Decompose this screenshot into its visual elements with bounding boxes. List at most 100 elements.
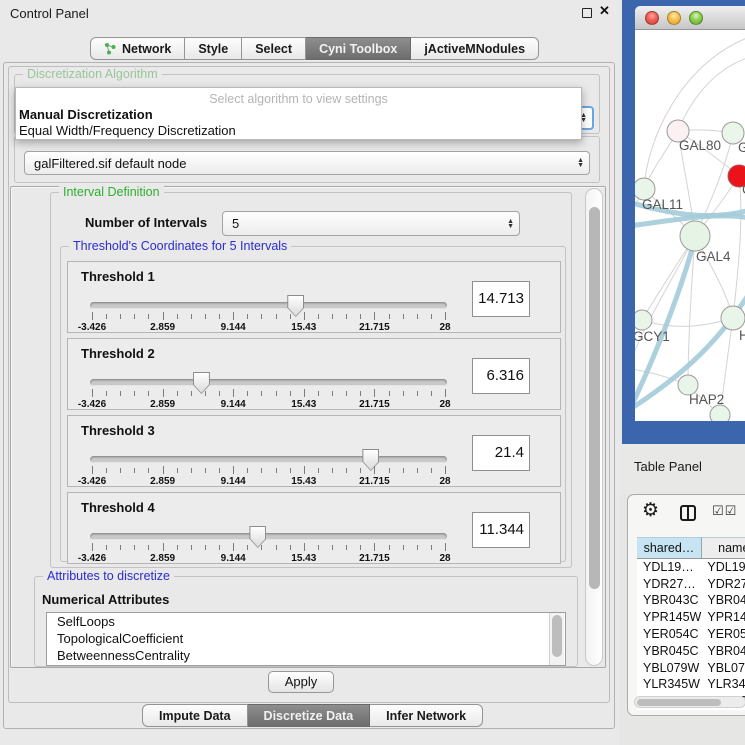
bottom-tab-bar: Impute Data Discretize Data Infer Networ: [142, 704, 483, 727]
table-row[interactable]: YDL19… YDL19…: [637, 559, 745, 576]
scale-label: 15.43: [291, 476, 316, 487]
cell-shared-name[interactable]: YLR345W: [637, 676, 701, 693]
tab[interactable]: Infer Network: [370, 704, 483, 727]
combo-stepper-icon[interactable]: ▲▼: [577, 158, 584, 168]
threshold-panel: Threshold 4 -3.4262.8599.14415.4321.7152…: [67, 492, 561, 564]
tab-label: Select: [255, 42, 292, 56]
numerical-attributes-label: Numerical Attributes: [42, 592, 169, 607]
gear-icon[interactable]: ⚙: [642, 499, 659, 521]
cell-name[interactable]: YBR043C: [701, 592, 745, 609]
float-window-icon[interactable]: [582, 8, 592, 18]
table-row[interactable]: YER054C YER054C: [637, 626, 745, 643]
cell-shared-name[interactable]: YBL079W: [637, 659, 701, 676]
cell-name[interactable]: YER054C: [701, 626, 745, 643]
network-edge[interactable]: [678, 58, 745, 131]
algorithm-menu-item[interactable]: Manual Discretization: [18, 107, 579, 123]
number-of-intervals-combobox[interactable]: 5 ▲▼: [222, 211, 520, 236]
network-node[interactable]: [721, 306, 745, 330]
cell-shared-name[interactable]: YPR145W: [637, 609, 701, 626]
cell-name[interactable]: YLR345W: [701, 676, 745, 693]
scale-label: 15.43: [291, 553, 316, 564]
checkbox-columns-icon[interactable]: ☑☑: [712, 504, 737, 519]
node-label: GA: [738, 140, 745, 155]
tab[interactable]: Discretize Data: [248, 704, 371, 727]
table-row[interactable]: YBR043C YBR043C: [637, 592, 745, 609]
scale-label: 15.43: [291, 399, 316, 410]
cell-name[interactable]: YBR045C: [701, 642, 745, 659]
algorithm-popup-items: Manual Discretization Equal Width/Freque…: [18, 107, 579, 139]
table-row[interactable]: YPR145W YPR145W: [637, 609, 745, 626]
tab[interactable]: Network: [90, 37, 185, 60]
horizontal-scrollbar-thumb[interactable]: [637, 699, 721, 706]
cell-name[interactable]: YBL079W: [701, 659, 745, 676]
network-canvas[interactable]: GAL80GACGAL11GAL4GCY1HHAP2: [635, 30, 745, 421]
node-label: GAL11: [642, 197, 683, 212]
vertical-scrollbar-thumb[interactable]: [589, 207, 600, 589]
tab-label: Impute Data: [159, 709, 231, 723]
table-panel-container: ⚙ ☑☑ shared… name YDL19… YDL19… YDR27… Y…: [627, 494, 745, 716]
network-node[interactable]: [710, 405, 730, 421]
attributes-scrollbar-thumb[interactable]: [552, 615, 562, 657]
threshold-value-field[interactable]: 21.4: [472, 435, 530, 471]
tab[interactable]: Style: [185, 37, 242, 60]
column-header-shared-name[interactable]: shared…: [637, 538, 701, 559]
cell-shared-name[interactable]: YDL19…: [637, 559, 701, 576]
network-edge[interactable]: [642, 318, 733, 326]
table-data-selected-value: galFiltered.sif default node: [34, 156, 186, 171]
threshold-value-field[interactable]: 14.713: [472, 281, 530, 317]
scale-label: 9.144: [221, 476, 246, 487]
table-data-combobox[interactable]: galFiltered.sif default node ▲▼: [24, 151, 590, 175]
cell-shared-name[interactable]: YBR043C: [637, 592, 701, 609]
attributes-scrollbar[interactable]: [549, 613, 564, 665]
node-label: H: [739, 328, 745, 343]
threshold-value-field[interactable]: 6.316: [472, 358, 530, 394]
network-node[interactable]: [635, 310, 652, 330]
tab[interactable]: jActiveMNodules: [411, 37, 539, 60]
column-split-icon[interactable]: [680, 505, 696, 521]
algorithm-menu-item[interactable]: Equal Width/Frequency Discretization: [18, 123, 579, 139]
cell-shared-name[interactable]: YER054C: [637, 626, 701, 643]
cell-name[interactable]: YDL19…: [701, 559, 745, 576]
scale-label: -3.426: [78, 553, 106, 564]
scale-label: 9.144: [221, 322, 246, 333]
cell-name[interactable]: YPR145W: [701, 609, 745, 626]
numerical-attribute-item[interactable]: TopologicalCoefficient: [47, 630, 565, 647]
network-edge[interactable]: [644, 38, 745, 189]
minimize-window-icon[interactable]: [667, 11, 681, 25]
threshold-panel: Threshold 3 -3.4262.8599.14415.4321.7152…: [67, 415, 561, 487]
horizontal-scrollbar[interactable]: [634, 696, 745, 708]
close-icon[interactable]: ✕: [599, 3, 610, 19]
cell-shared-name[interactable]: YDR27…: [637, 575, 701, 592]
scale-label: -3.426: [78, 322, 106, 333]
table-row[interactable]: YLR345W YLR345W: [637, 676, 745, 693]
vertical-scrollbar[interactable]: [585, 188, 603, 666]
scale-label: 21.715: [359, 476, 390, 487]
threshold-panel: Threshold 2 -3.4262.8599.14415.4321.7152…: [67, 338, 561, 410]
cell-name[interactable]: YDR27…: [701, 575, 745, 592]
threshold-value-field[interactable]: 11.344: [472, 512, 530, 548]
close-window-icon[interactable]: [645, 11, 659, 25]
scale-label: 2.859: [150, 322, 175, 333]
discretization-algorithm-group-title: Discretization Algorithm: [23, 67, 162, 81]
tab[interactable]: Impute Data: [142, 704, 248, 727]
combo-stepper-icon[interactable]: ▲▼: [507, 219, 514, 229]
table-row[interactable]: YDR27… YDR27…: [637, 575, 745, 592]
network-window-titlebar[interactable]: [635, 6, 745, 30]
table-row[interactable]: YBL079W YBL079W: [637, 659, 745, 676]
scale-label: 21.715: [359, 322, 390, 333]
column-header-name[interactable]: name: [701, 538, 745, 559]
zoom-window-icon[interactable]: [689, 11, 703, 25]
right-region: GAL80GACGAL11GAL4GCY1HHAP2 Table Panel ⚙…: [620, 0, 745, 745]
apply-button[interactable]: Apply: [268, 671, 334, 693]
tab[interactable]: Cyni Toolbox: [306, 37, 411, 60]
network-view-window[interactable]: GAL80GACGAL11GAL4GCY1HHAP2: [622, 0, 745, 444]
numerical-attribute-item[interactable]: BetweennessCentrality: [47, 647, 565, 664]
tab[interactable]: Select: [242, 37, 306, 60]
table-row[interactable]: YBR045C YBR045C: [637, 642, 745, 659]
network-edge[interactable]: [733, 176, 741, 318]
scale-label: 28: [439, 476, 450, 487]
numerical-attribute-item[interactable]: SelfLoops: [47, 613, 565, 630]
network-node[interactable]: [680, 221, 710, 251]
cell-shared-name[interactable]: YBR045C: [637, 642, 701, 659]
scale-label: 28: [439, 399, 450, 410]
